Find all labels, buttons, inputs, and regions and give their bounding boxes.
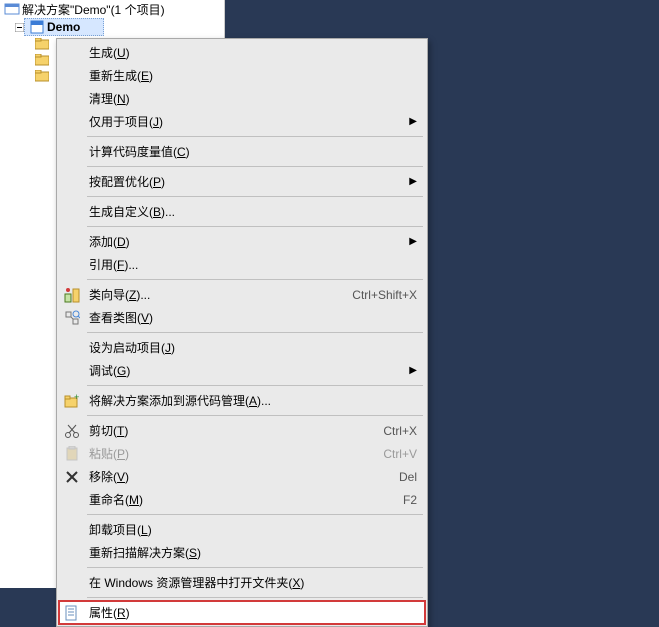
folder-icon xyxy=(34,68,50,84)
menu-label: 添加(D) xyxy=(89,233,399,250)
menu-separator xyxy=(87,196,423,197)
menu-label: 类向导(Z)... xyxy=(89,286,332,303)
menu-separator xyxy=(87,385,423,386)
menu-rebuild[interactable]: 重新生成(E) xyxy=(59,64,425,87)
menu-label: 查看类图(V) xyxy=(89,309,417,326)
project-node-selected[interactable]: Demo xyxy=(24,18,104,36)
menu-cut[interactable]: 剪切(T) Ctrl+X xyxy=(59,419,425,442)
menu-pgo[interactable]: 按配置优化(P) ▶ xyxy=(59,170,425,193)
menu-label: 计算代码度量值(C) xyxy=(89,143,417,160)
solution-title: 解决方案"Demo"(1 个项目) xyxy=(22,1,165,18)
menu-rescan[interactable]: 重新扫描解决方案(S) xyxy=(59,541,425,564)
menu-remove[interactable]: 移除(V) Del xyxy=(59,465,425,488)
menu-label: 在 Windows 资源管理器中打开文件夹(X) xyxy=(89,574,417,591)
menu-add[interactable]: 添加(D) ▶ xyxy=(59,230,425,253)
menu-label: 按配置优化(P) xyxy=(89,173,399,190)
menu-build-custom[interactable]: 生成自定义(B)... xyxy=(59,200,425,223)
menu-label: 重新生成(E) xyxy=(89,67,417,84)
project-name: Demo xyxy=(47,20,80,34)
menu-label: 设为启动项目(J) xyxy=(89,339,417,356)
menu-unload[interactable]: 卸载项目(L) xyxy=(59,518,425,541)
menu-clean[interactable]: 清理(N) xyxy=(59,87,425,110)
menu-label: 重命名(M) xyxy=(89,491,383,508)
menu-code-metrics[interactable]: 计算代码度量值(C) xyxy=(59,140,425,163)
menu-shortcut: F2 xyxy=(383,493,417,507)
solution-node[interactable]: 解决方案"Demo"(1 个项目) xyxy=(0,0,224,18)
menu-label: 剪切(T) xyxy=(89,422,363,439)
cut-icon xyxy=(63,422,81,440)
menu-separator xyxy=(87,166,423,167)
submenu-arrow-icon: ▶ xyxy=(399,116,417,127)
menu-label: 移除(V) xyxy=(89,468,379,485)
remove-icon xyxy=(63,468,81,486)
menu-separator xyxy=(87,514,423,515)
svg-text:+: + xyxy=(74,393,79,402)
scc-icon: + xyxy=(63,392,81,410)
class-diagram-icon xyxy=(63,309,81,327)
menu-separator xyxy=(87,332,423,333)
submenu-arrow-icon: ▶ xyxy=(399,236,417,247)
menu-label: 重新扫描解决方案(S) xyxy=(89,544,417,561)
menu-add-scc[interactable]: + 将解决方案添加到源代码管理(A)... xyxy=(59,389,425,412)
project-row[interactable]: Demo xyxy=(0,18,224,36)
menu-separator xyxy=(87,226,423,227)
menu-shortcut: Ctrl+X xyxy=(363,424,417,438)
menu-open-explorer[interactable]: 在 Windows 资源管理器中打开文件夹(X) xyxy=(59,571,425,594)
menu-shortcut: Del xyxy=(379,470,417,484)
solution-icon xyxy=(4,1,20,17)
tree-line xyxy=(0,19,14,35)
menu-separator xyxy=(87,279,423,280)
project-icon xyxy=(29,19,45,35)
menu-label: 属性(R) xyxy=(89,604,417,621)
menu-separator xyxy=(87,136,423,137)
menu-properties[interactable]: 属性(R) xyxy=(59,601,425,624)
menu-class-diagram[interactable]: 查看类图(V) xyxy=(59,306,425,329)
menu-label: 引用(F)... xyxy=(89,256,417,273)
menu-class-wizard[interactable]: 类向导(Z)... Ctrl+Shift+X xyxy=(59,283,425,306)
folder-icon xyxy=(34,52,50,68)
menu-paste: 粘贴(P) Ctrl+V xyxy=(59,442,425,465)
menu-separator xyxy=(87,567,423,568)
menu-label: 粘贴(P) xyxy=(89,445,363,462)
wizard-icon xyxy=(63,286,81,304)
properties-icon xyxy=(63,604,81,622)
menu-separator xyxy=(87,597,423,598)
menu-label: 卸载项目(L) xyxy=(89,521,417,538)
menu-rename[interactable]: 重命名(M) F2 xyxy=(59,488,425,511)
collapse-toggle[interactable] xyxy=(14,22,24,32)
menu-build[interactable]: 生成(U) xyxy=(59,41,425,64)
paste-icon xyxy=(63,445,81,463)
menu-separator xyxy=(87,415,423,416)
menu-label: 生成自定义(B)... xyxy=(89,203,417,220)
menu-reference[interactable]: 引用(F)... xyxy=(59,253,425,276)
menu-set-startup[interactable]: 设为启动项目(J) xyxy=(59,336,425,359)
menu-debug[interactable]: 调试(G) ▶ xyxy=(59,359,425,382)
menu-label: 仅用于项目(J) xyxy=(89,113,399,130)
submenu-arrow-icon: ▶ xyxy=(399,176,417,187)
menu-label: 调试(G) xyxy=(89,362,399,379)
project-context-menu: 生成(U) 重新生成(E) 清理(N) 仅用于项目(J) ▶ 计算代码度量值(C… xyxy=(56,38,428,627)
menu-label: 将解决方案添加到源代码管理(A)... xyxy=(89,392,417,409)
menu-project-only[interactable]: 仅用于项目(J) ▶ xyxy=(59,110,425,133)
submenu-arrow-icon: ▶ xyxy=(399,365,417,376)
menu-label: 生成(U) xyxy=(89,44,417,61)
folder-icon xyxy=(34,36,50,52)
menu-shortcut: Ctrl+V xyxy=(363,447,417,461)
menu-shortcut: Ctrl+Shift+X xyxy=(332,288,417,302)
menu-label: 清理(N) xyxy=(89,90,417,107)
